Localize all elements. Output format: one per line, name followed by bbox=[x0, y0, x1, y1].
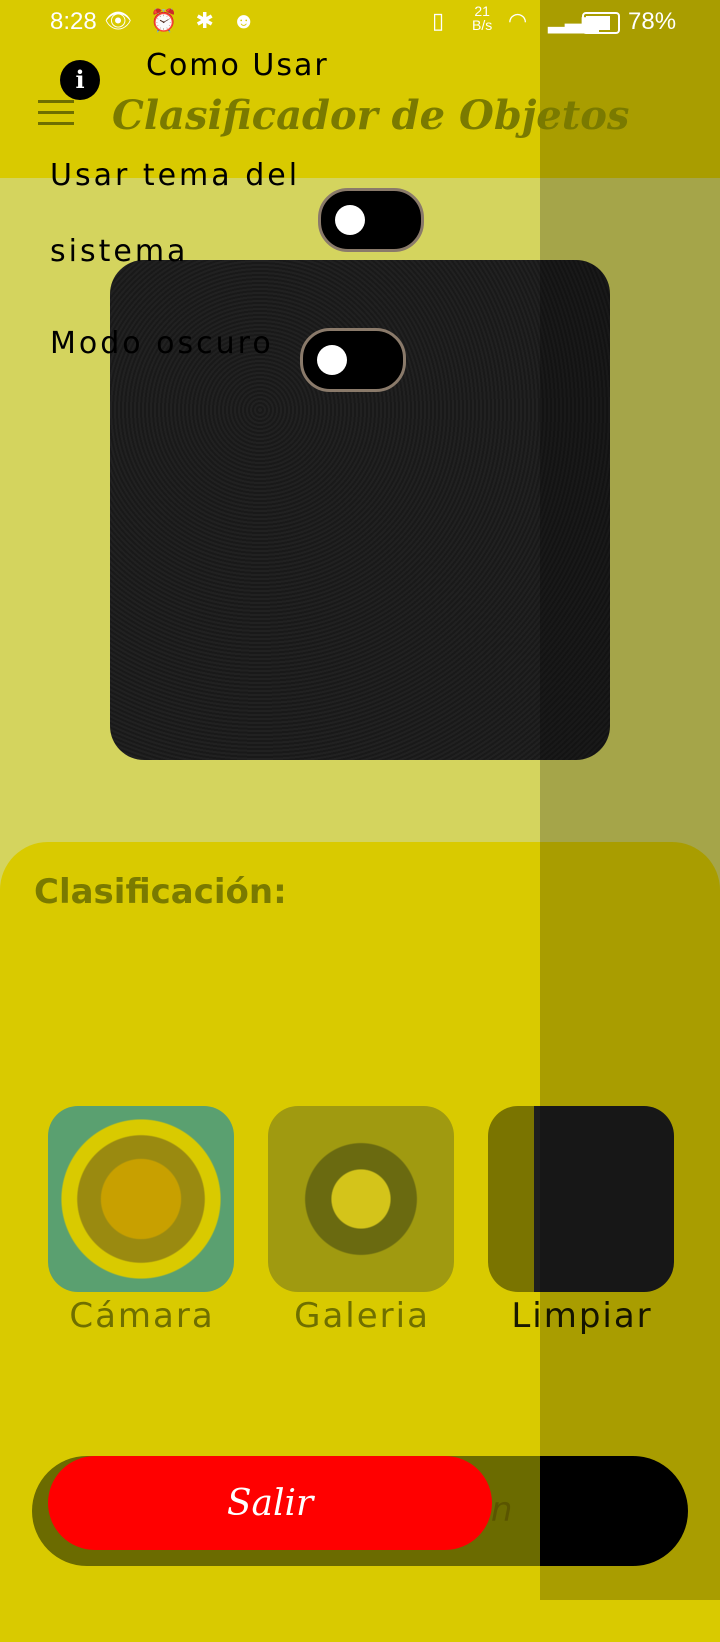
how-to-use-link[interactable]: Como Usar bbox=[146, 48, 329, 83]
battery-fill-icon bbox=[586, 16, 610, 30]
gallery-button[interactable] bbox=[268, 1106, 454, 1292]
clear-button[interactable] bbox=[488, 1106, 674, 1292]
info-icon[interactable]: i bbox=[60, 60, 100, 100]
network-speed-unit: B/s bbox=[472, 17, 493, 33]
app-title: Clasificador de Objetos bbox=[112, 92, 630, 139]
status-left-icons: 👁 ⏰ ✱ ☻ bbox=[104, 8, 262, 33]
battery-percent: 78% bbox=[628, 8, 677, 35]
vibrate-icon: ▯ bbox=[432, 8, 445, 33]
camera-button[interactable] bbox=[48, 1106, 234, 1292]
system-theme-label: Usar tema del bbox=[50, 158, 301, 193]
network-speed-value: 21 bbox=[474, 3, 490, 19]
camera-label: Cámara bbox=[69, 1296, 215, 1336]
exit-button[interactable]: Salir bbox=[48, 1456, 492, 1550]
toggle-knob bbox=[317, 345, 347, 375]
system-theme-label-cont: sistema bbox=[50, 234, 189, 269]
classification-title: Clasificación: bbox=[34, 872, 287, 912]
gallery-label: Galeria bbox=[294, 1296, 430, 1336]
network-speed: 21 B/s bbox=[472, 4, 492, 32]
system-theme-toggle[interactable] bbox=[318, 188, 424, 252]
wifi-icon: ◠ bbox=[508, 8, 528, 33]
clear-label: Limpiar bbox=[511, 1296, 653, 1336]
status-time: 8:28 bbox=[50, 8, 97, 35]
toggle-knob bbox=[335, 205, 365, 235]
dark-mode-toggle[interactable] bbox=[300, 328, 406, 392]
status-bar: 8:28 👁 ⏰ ✱ ☻ ▯ 21 B/s ◠ ▂▃▅ 78% bbox=[0, 0, 720, 48]
dark-mode-label: Modo oscuro bbox=[50, 326, 274, 361]
menu-icon[interactable] bbox=[38, 100, 74, 126]
